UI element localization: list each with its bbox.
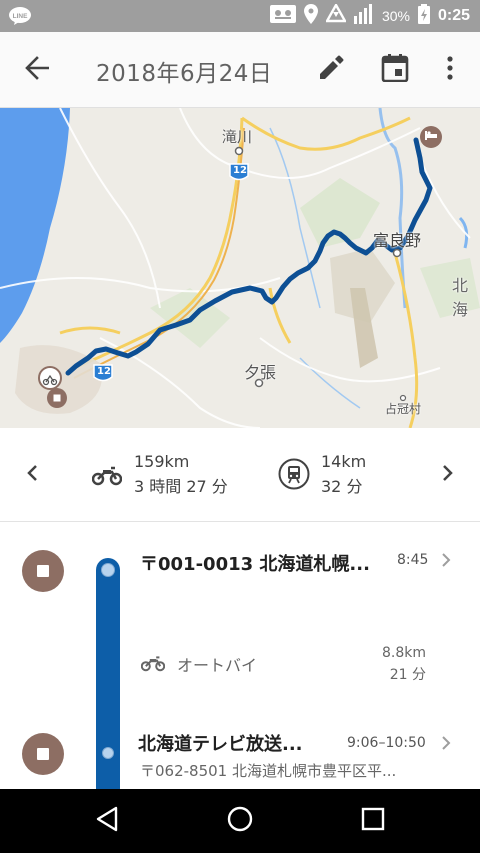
edit-pencil-icon	[318, 55, 344, 85]
more-vert-icon	[446, 56, 454, 84]
back-arrow-icon	[24, 56, 50, 84]
train-duration: 32 分	[321, 477, 363, 496]
nav-recents-button[interactable]	[357, 805, 389, 837]
calendar-button[interactable]	[378, 52, 412, 88]
page-title: 2018年6月24日	[96, 61, 273, 87]
data-saver-icon	[324, 2, 347, 28]
timeline[interactable]: 〒001-0013 北海道札幌... 8:45 オートバイ 8.8km 21 分…	[0, 522, 480, 789]
stop-2-time: 9:06–10:50	[347, 735, 426, 751]
nav-recents-square-icon	[361, 807, 385, 835]
stop-marker-icon	[47, 388, 67, 408]
map-label-hokkai: 北海	[452, 276, 469, 319]
hotel-marker-icon	[420, 126, 442, 148]
chevron-right-icon	[442, 464, 454, 486]
previous-day-button[interactable]	[20, 460, 44, 490]
map-label-route12-south: 12	[97, 366, 111, 377]
calendar-icon	[381, 54, 409, 86]
motorcycle-distance: 159km	[134, 452, 190, 471]
stop-2-address: 〒062-8501 北海道札幌市豊平区平...	[140, 762, 397, 780]
train-distance: 14km	[321, 452, 367, 471]
chevron-left-icon	[26, 464, 38, 486]
map-label-furano: 富良野	[373, 231, 422, 250]
back-button[interactable]	[20, 54, 54, 86]
segment-duration: 21 分	[389, 667, 426, 683]
app-bar: 2018年6月24日	[0, 32, 480, 108]
stop-square-icon	[37, 565, 49, 577]
trip-summary: 159km 3 時間 27 分 14km 32 分	[0, 428, 480, 522]
map-label-shimukappu: 占冠村	[385, 402, 422, 416]
battery-percent: 30%	[381, 8, 410, 24]
track-stop-dot	[102, 747, 114, 759]
next-day-button[interactable]	[436, 460, 460, 490]
nav-back-button[interactable]	[91, 805, 123, 837]
stop-square-icon	[37, 748, 49, 760]
motorcycle-start-marker-icon	[38, 366, 62, 390]
more-options-button[interactable]	[438, 52, 462, 88]
motorcycle-duration: 3 時間 27 分	[134, 477, 228, 496]
nav-home-button[interactable]	[224, 805, 256, 837]
signal-icon	[353, 4, 374, 28]
stop-1-time: 8:45	[397, 552, 429, 568]
status-bar: LINE 30% 0:25	[0, 0, 480, 32]
route-map[interactable]: 滝川 富良野 北海 夕張 占冠村 12 12	[0, 108, 480, 428]
svg-text:LINE: LINE	[13, 13, 28, 20]
edit-button[interactable]	[314, 52, 348, 88]
map-canvas	[0, 108, 480, 428]
location-icon	[303, 4, 318, 28]
nav-back-triangle-icon	[95, 806, 119, 836]
map-label-route12-north: 12	[233, 165, 247, 176]
track-start-dot	[101, 563, 115, 577]
nav-home-circle-icon	[227, 806, 253, 836]
train-icon	[278, 458, 310, 490]
battery-charging-icon	[417, 4, 430, 28]
line-app-icon: LINE	[8, 6, 32, 26]
stop-2-chevron-right-icon[interactable]	[441, 735, 453, 751]
voicemail-icon	[269, 5, 296, 27]
map-label-takikawa: 滝川	[222, 128, 253, 146]
stop-2-name[interactable]: 北海道テレビ放送...	[138, 730, 303, 756]
stop-1-marker	[22, 550, 64, 592]
stop-2-marker	[22, 733, 64, 775]
system-navigation-bar	[0, 789, 480, 853]
stop-1-name[interactable]: 〒001-0013 北海道札幌...	[140, 550, 370, 576]
clock: 0:25	[437, 7, 470, 24]
segment-motorcycle-icon	[141, 654, 165, 672]
stop-1-chevron-right-icon[interactable]	[441, 552, 453, 568]
segment-distance: 8.8km	[381, 645, 426, 661]
segment-mode[interactable]: オートバイ	[177, 652, 257, 676]
map-label-yubari: 夕張	[244, 363, 277, 382]
motorcycle-icon	[92, 464, 122, 486]
